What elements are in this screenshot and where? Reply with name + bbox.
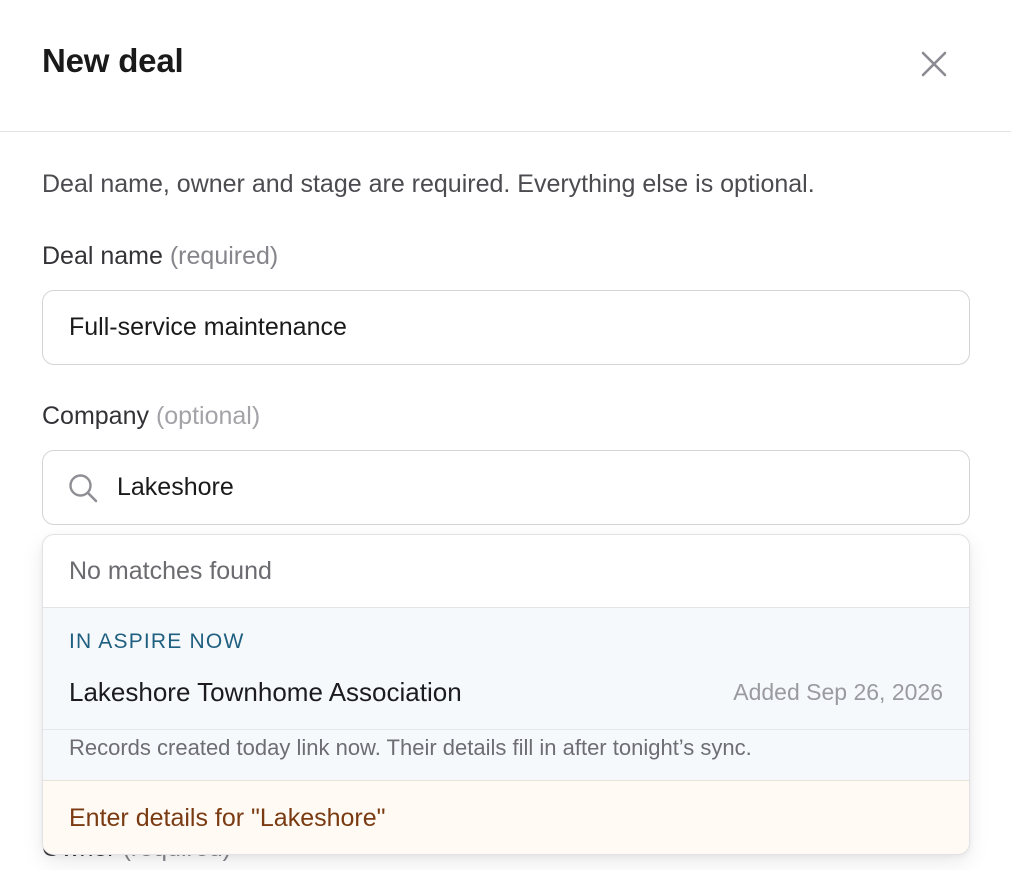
- close-button[interactable]: [912, 42, 956, 86]
- enter-details-option[interactable]: Enter details for "Lakeshore": [43, 780, 969, 854]
- company-hint: (optional): [155, 402, 261, 430]
- no-matches-text: No matches found: [43, 535, 969, 608]
- sync-note: Records created today link now. Their de…: [69, 735, 752, 760]
- close-icon: [921, 51, 947, 77]
- company-label-text: Company: [42, 402, 149, 430]
- result-name: Lakeshore Townhome Association: [69, 677, 462, 707]
- aspire-section: IN ASPIRE NOW Lakeshore Townhome Associa…: [43, 608, 969, 780]
- deal-name-label-text: Deal name: [42, 242, 163, 270]
- modal-title: New deal: [42, 42, 184, 79]
- new-deal-modal: New deal Deal name, owner and stage are …: [0, 0, 1011, 870]
- company-result-option[interactable]: Lakeshore Townhome Association Added Sep…: [43, 660, 969, 730]
- deal-name-value: Full-service maintenance: [69, 313, 347, 341]
- section-heading: IN ASPIRE NOW: [69, 630, 245, 653]
- result-added-date: Added Sep 26, 2026: [733, 679, 943, 705]
- company-dropdown: No matches found IN ASPIRE NOW Lakeshore…: [42, 534, 970, 855]
- company-search-input[interactable]: Lakeshore: [42, 450, 970, 525]
- modal-header: New deal: [0, 0, 1011, 132]
- search-icon: [67, 472, 99, 504]
- intro-text: Deal name, owner and stage are required.…: [42, 170, 815, 198]
- deal-name-hint: (required): [169, 242, 279, 270]
- deal-name-label: Deal name (required): [42, 242, 278, 271]
- deal-name-input[interactable]: Full-service maintenance: [42, 290, 970, 365]
- company-search-value: Lakeshore: [117, 473, 234, 501]
- company-label: Company (optional): [42, 402, 260, 431]
